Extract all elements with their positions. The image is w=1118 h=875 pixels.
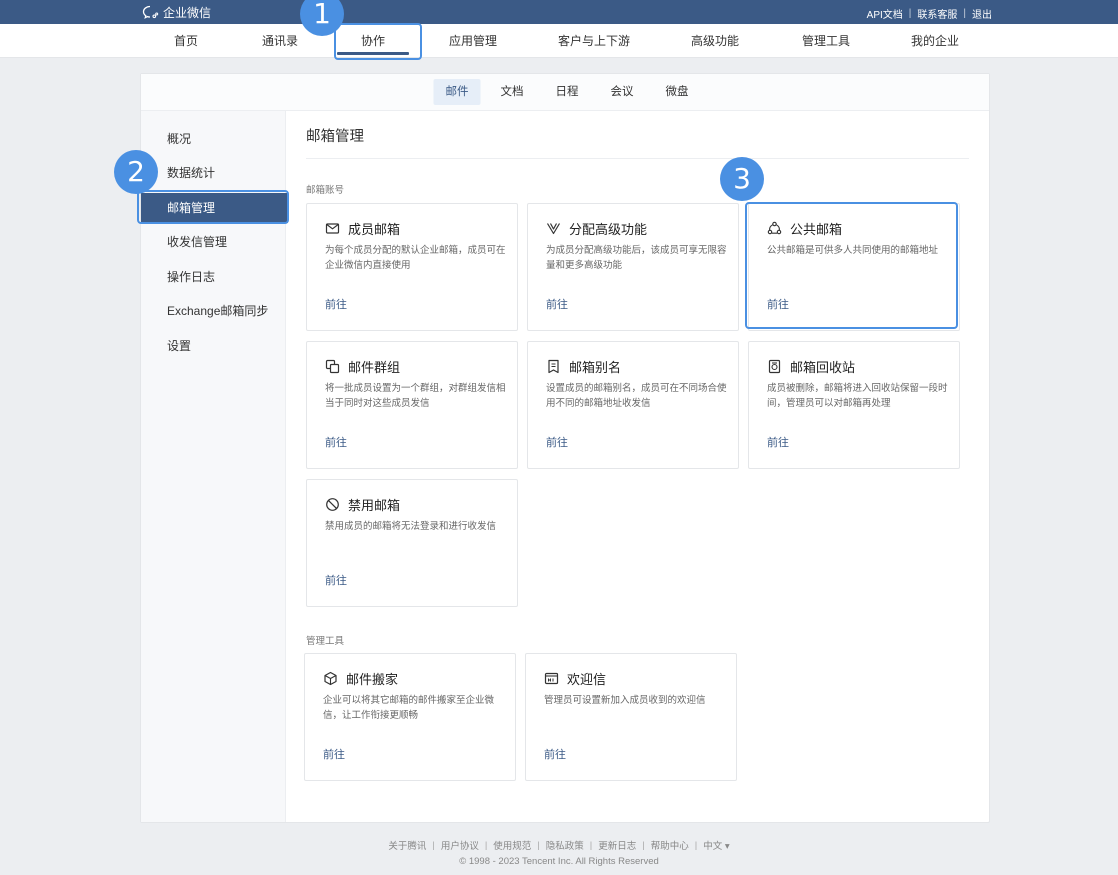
language-selector[interactable]: 中文 ▾ — [703, 838, 729, 852]
card-title: 成员邮箱 — [348, 222, 401, 237]
ban-icon — [326, 498, 339, 511]
card-description: 管理员可设置新加入成员收到的欢迎信 — [544, 695, 706, 706]
copyright: © 1998 - 2023 Tencent Inc. All Rights Re… — [459, 856, 659, 867]
go-link[interactable]: 前往 — [546, 296, 568, 312]
card-mail-migration[interactable]: 邮件搬家 企业可以将其它邮箱的邮件搬家至企业微信，让工作衔接更顺畅 前往 — [304, 653, 516, 781]
subnav-mail[interactable]: 邮件 — [433, 79, 481, 105]
go-link[interactable]: 前往 — [546, 434, 568, 450]
logout-link[interactable]: 退出 — [972, 6, 992, 21]
logo[interactable]: 企业微信 — [142, 4, 211, 21]
logo-text: 企业微信 — [163, 6, 212, 20]
nav-my-enterprise[interactable]: 我的企业 — [911, 24, 959, 58]
nav-home[interactable]: 首页 — [174, 24, 198, 58]
card-mail-alias[interactable]: 邮箱别名 设置成员的邮箱别名，成员可在不同场合使用不同的邮箱地址收发信 前往 — [527, 341, 739, 469]
highlight-sidebar-mailbox — [137, 190, 289, 224]
card-title: 邮箱别名 — [569, 360, 622, 375]
separator: | — [694, 839, 698, 851]
footer-link-changelog[interactable]: 更新日志 — [598, 838, 636, 852]
footer: 关于腾讯 | 用户协议 | 使用规范 | 隐私政策 | 更新日志 | 帮助中心 … — [0, 838, 1118, 868]
main-panel: 邮件 文档 日程 会议 微盘 概况 数据统计 邮箱管理 收发信管理 操作日志 E… — [140, 73, 990, 823]
sidebar-item-settings[interactable]: 设置 — [141, 331, 286, 361]
go-link[interactable]: 前往 — [325, 296, 347, 312]
subnav-drive[interactable]: 微盘 — [654, 79, 701, 105]
separator: | — [589, 839, 593, 851]
card-recycle-bin[interactable]: 邮箱回收站 成员被删除，邮箱将进入回收站保留一段时间，管理员可以对邮箱再处理 前… — [748, 341, 960, 469]
go-link[interactable]: 前往 — [544, 746, 566, 762]
top-links: API文档 | 联系客服 | 退出 — [867, 6, 992, 21]
alias-icon — [548, 359, 559, 374]
card-description: 禁用成员的邮箱将无法登录和进行收发信 — [325, 521, 497, 532]
card-description: 为成员分配高级功能后，该成员可享无限容量和更多高级功能 — [546, 245, 727, 271]
nav-customers[interactable]: 客户与上下游 — [558, 24, 630, 58]
highlight-public-mailbox — [745, 202, 958, 329]
group-icon — [325, 359, 340, 374]
nav-contacts[interactable]: 通讯录 — [262, 24, 298, 58]
box-icon — [324, 671, 337, 686]
sub-nav: 邮件 文档 日程 会议 微盘 — [141, 74, 989, 111]
subnav-docs[interactable]: 文档 — [489, 79, 536, 105]
main-nav: 首页 通讯录 协作 应用管理 客户与上下游 高级功能 管理工具 我的企业 — [0, 24, 1118, 58]
go-link[interactable]: 前往 — [325, 434, 347, 450]
footer-link-agreement[interactable]: 用户协议 — [441, 838, 479, 852]
footer-link-privacy[interactable]: 隐私政策 — [546, 838, 584, 852]
page-title: 邮箱管理 — [306, 129, 364, 145]
separator: | — [963, 8, 966, 19]
card-title: 禁用邮箱 — [348, 498, 401, 513]
card-description: 将一批成员设置为一个群组，对群组发信相当于同时对这些成员发信 — [325, 383, 506, 409]
sidebar-item-send-receive[interactable]: 收发信管理 — [141, 227, 286, 257]
card-description: 成员被删除，邮箱将进入回收站保留一段时间，管理员可以对邮箱再处理 — [767, 383, 948, 409]
subnav-meeting[interactable]: 会议 — [599, 79, 646, 105]
divider — [306, 158, 969, 159]
separator: | — [432, 839, 435, 851]
nav-app-management[interactable]: 应用管理 — [449, 24, 497, 58]
card-description: 为每个成员分配的默认企业邮箱，成员可在企业微信内直接使用 — [325, 245, 506, 271]
recycle-icon — [768, 359, 781, 374]
sidebar-item-overview[interactable]: 概况 — [141, 124, 286, 154]
section-label-tools: 管理工具 — [306, 636, 345, 647]
separator: | — [484, 839, 488, 851]
nav-tools[interactable]: 管理工具 — [802, 24, 850, 58]
step-badge-2: 2 — [114, 150, 158, 194]
card-title: 分配高级功能 — [569, 222, 648, 237]
section-label-accounts: 邮箱账号 — [306, 185, 345, 196]
go-link[interactable]: 前往 — [767, 434, 789, 450]
go-link[interactable]: 前往 — [323, 746, 345, 762]
card-description: 设置成员的邮箱别名，成员可在不同场合使用不同的邮箱地址收发信 — [546, 383, 727, 409]
footer-link-usage-rules[interactable]: 使用规范 — [493, 838, 531, 852]
step-badge-3: 3 — [720, 157, 764, 201]
go-link[interactable]: 前往 — [325, 572, 347, 588]
sidebar-item-statistics[interactable]: 数据统计 — [141, 158, 286, 188]
card-mail-group[interactable]: 邮件群组 将一批成员设置为一个群组，对群组发信相当于同时对这些成员发信 前往 — [306, 341, 518, 469]
card-title: 欢迎信 — [567, 672, 607, 687]
card-welcome-letter[interactable]: 欢迎信 管理员可设置新加入成员收到的欢迎信 前往 — [525, 653, 737, 781]
highlight-nav-collaboration — [334, 23, 422, 60]
card-advanced-features[interactable]: 分配高级功能 为成员分配高级功能后，该成员可享无限容量和更多高级功能 前往 — [527, 203, 739, 331]
sidebar-item-exchange-sync[interactable]: Exchange邮箱同步 — [141, 296, 286, 326]
separator: | — [908, 8, 912, 19]
card-title: 邮件搬家 — [346, 672, 399, 687]
card-description: 企业可以将其它邮箱的邮件搬家至企业微信，让工作衔接更顺畅 — [323, 695, 495, 721]
footer-links: 关于腾讯 | 用户协议 | 使用规范 | 隐私政策 | 更新日志 | 帮助中心 … — [0, 838, 1118, 853]
footer-link-help[interactable]: 帮助中心 — [651, 838, 689, 852]
card-title: 邮件群组 — [348, 360, 401, 375]
card-title: 邮箱回收站 — [790, 360, 856, 375]
contact-support-link[interactable]: 联系客服 — [917, 6, 957, 21]
separator: | — [642, 839, 645, 851]
card-member-mailbox[interactable]: 成员邮箱 为每个成员分配的默认企业邮箱，成员可在企业微信内直接使用 前往 — [306, 203, 518, 331]
api-docs-link[interactable]: API文档 — [867, 6, 903, 21]
mail-icon — [325, 223, 340, 234]
welcome-icon — [544, 672, 559, 685]
subnav-calendar[interactable]: 日程 — [544, 79, 591, 105]
nav-advanced[interactable]: 高级功能 — [691, 24, 739, 58]
top-bar: 企业微信 API文档 | 联系客服 | 退出 — [0, 0, 1118, 24]
footer-link-about[interactable]: 关于腾讯 — [388, 838, 426, 852]
v-icon — [546, 223, 561, 235]
separator: | — [537, 839, 540, 851]
sidebar-item-operation-log[interactable]: 操作日志 — [141, 262, 286, 292]
wecom-logo-icon — [142, 5, 159, 19]
card-disable-mailbox[interactable]: 禁用邮箱 禁用成员的邮箱将无法登录和进行收发信 前往 — [306, 479, 518, 607]
